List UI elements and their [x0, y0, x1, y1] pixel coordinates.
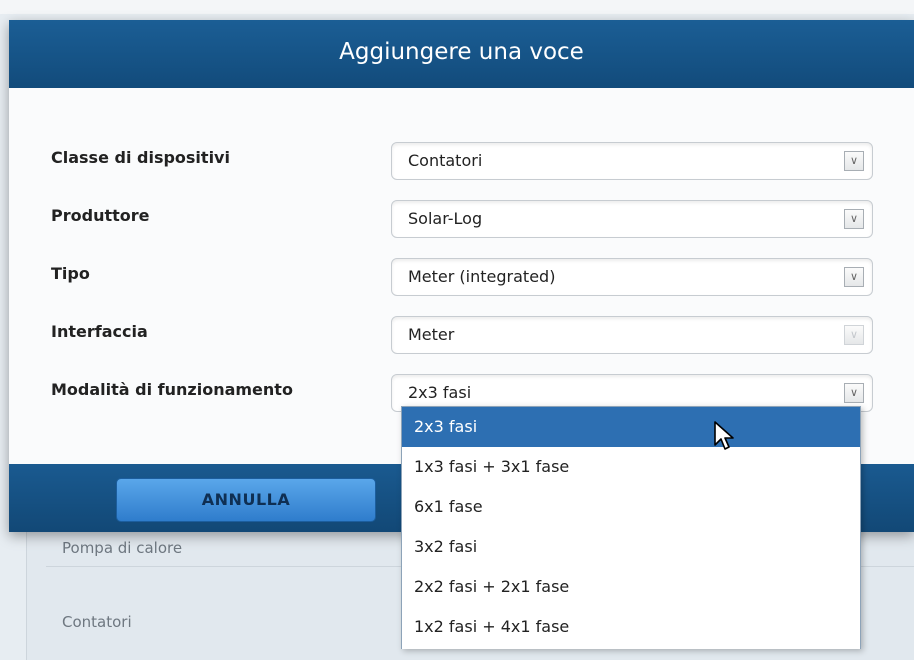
dropdown-option[interactable]: 3x2 fasi — [402, 527, 860, 567]
chevron-down-icon[interactable]: ∨ — [844, 209, 864, 229]
device-class-value: Contatori — [408, 151, 483, 170]
type-value: Meter (integrated) — [408, 267, 556, 286]
operating-mode-label: Modalità di funzionamento — [51, 380, 293, 399]
dropdown-option[interactable]: 6x1 fase — [402, 487, 860, 527]
mouse-pointer-icon — [714, 421, 734, 450]
operating-mode-dropdown: 2x3 fasi 1x3 fasi + 3x1 fase 6x1 fase 3x… — [401, 406, 861, 649]
type-label: Tipo — [51, 264, 90, 283]
device-class-label: Classe di dispositivi — [51, 148, 230, 167]
dropdown-option[interactable]: 1x3 fasi + 3x1 fase — [402, 447, 860, 487]
dialog-title: Aggiungere una voce — [9, 20, 914, 88]
manufacturer-label: Produttore — [51, 206, 150, 225]
interface-select: Meter ∨ — [391, 316, 873, 354]
dropdown-option[interactable]: 2x3 fasi — [402, 407, 860, 447]
dropdown-option[interactable]: 1x2 fasi + 4x1 fase — [402, 607, 860, 647]
chevron-down-icon: ∨ — [844, 325, 864, 345]
chevron-down-icon[interactable]: ∨ — [844, 151, 864, 171]
interface-label: Interfaccia — [51, 322, 148, 341]
dropdown-option[interactable]: 2x2 fasi + 2x1 fase — [402, 567, 860, 607]
chevron-down-icon[interactable]: ∨ — [844, 267, 864, 287]
chevron-down-icon[interactable]: ∨ — [844, 383, 864, 403]
cancel-button[interactable]: ANNULLA — [116, 478, 376, 522]
device-class-select[interactable]: Contatori ∨ — [391, 142, 873, 180]
interface-value: Meter — [408, 325, 455, 344]
manufacturer-select[interactable]: Solar-Log ∨ — [391, 200, 873, 238]
type-select[interactable]: Meter (integrated) ∨ — [391, 258, 873, 296]
manufacturer-value: Solar-Log — [408, 209, 483, 228]
background-header-strip — [0, 0, 914, 14]
